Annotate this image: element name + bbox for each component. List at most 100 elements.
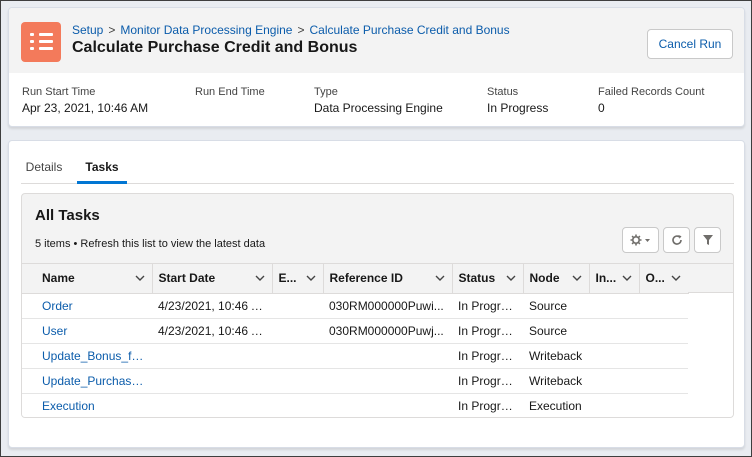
cell-out (639, 318, 688, 344)
cell-out (639, 393, 688, 417)
task-name-link[interactable]: Update_Bonus_for... (22, 343, 152, 369)
cell-end-date (272, 293, 323, 319)
cell-node: Execution (523, 393, 589, 417)
chevron-down-icon[interactable] (506, 273, 516, 283)
cell-end-date (272, 343, 323, 369)
cell-end-date (272, 393, 323, 417)
tab-bar: Details Tasks (21, 154, 734, 184)
list-settings-button[interactable] (622, 227, 659, 253)
list-icon (21, 22, 61, 62)
chevron-down-icon[interactable] (255, 273, 265, 283)
chevron-down-icon[interactable] (622, 273, 632, 283)
column-label: E... (278, 271, 297, 286)
tasks-table: Name Start Date E... Reference ID Status… (22, 264, 689, 417)
column-header-reference-id[interactable]: Reference ID (323, 264, 453, 294)
column-header-start-date[interactable]: Start Date (152, 264, 273, 294)
field-run-end-time: Run End Time (195, 86, 265, 101)
task-name-link[interactable]: User (22, 318, 152, 344)
cell-node: Source (523, 293, 589, 319)
header-filler (688, 264, 733, 293)
breadcrumb-setup[interactable]: Setup (72, 23, 103, 37)
cell-in (589, 368, 639, 394)
task-name-link[interactable]: Update_Purchase_... (22, 368, 152, 394)
highlights-panel: Run Start Time Apr 23, 2021, 10:46 AM Ru… (9, 86, 744, 126)
field-status: Status In Progress (487, 86, 548, 115)
cell-reference-id: 030RM000000Puwj... (323, 318, 452, 344)
field-label: Run End Time (195, 86, 265, 98)
field-label: Failed Records Count (598, 86, 705, 98)
task-name-link[interactable]: Order (22, 293, 152, 319)
chevron-down-icon[interactable] (135, 273, 145, 283)
field-run-start-time: Run Start Time Apr 23, 2021, 10:46 AM (22, 86, 148, 115)
column-label: Node (529, 271, 560, 286)
gear-icon (630, 234, 650, 246)
refresh-button[interactable] (663, 227, 690, 253)
cell-start-date: 4/23/2021, 10:46 AM (152, 318, 272, 344)
column-label: Start Date (158, 271, 216, 286)
breadcrumb: Setup > Monitor Data Processing Engine > Cal… (72, 23, 510, 37)
task-name-link[interactable]: Execution (22, 393, 152, 417)
cell-in (589, 318, 639, 344)
tab-tasks[interactable]: Tasks (77, 154, 127, 184)
breadcrumb-separator: > (297, 23, 305, 37)
cell-node: Source (523, 318, 589, 344)
chevron-down-icon[interactable] (572, 273, 582, 283)
cell-reference-id (323, 393, 452, 417)
filter-button[interactable] (694, 227, 721, 253)
field-value: 0 (598, 101, 605, 115)
field-failed-records-count: Failed Records Count 0 (598, 86, 704, 115)
cell-start-date (152, 393, 272, 417)
cell-node: Writeback (523, 368, 589, 394)
breadcrumb-monitor[interactable]: Monitor Data Processing Engine (120, 23, 292, 37)
header-top: Setup > Monitor Data Processing Engine > Cal… (9, 8, 744, 73)
all-tasks-related-list: All Tasks 5 items • Refresh this list to… (21, 193, 734, 418)
cell-reference-id (323, 368, 452, 394)
table-row: Update_Purchase_... In Progress Writebac… (22, 368, 688, 394)
chevron-down-icon[interactable] (671, 273, 681, 283)
cell-status: In Progress (452, 318, 523, 344)
app-frame: Setup > Monitor Data Processing Engine > Cal… (0, 0, 752, 457)
cancel-run-button[interactable]: Cancel Run (647, 29, 733, 59)
field-label: Type (314, 86, 338, 98)
cell-reference-id (323, 343, 452, 369)
chevron-down-icon[interactable] (306, 273, 316, 283)
page-title: Calculate Purchase Credit and Bonus (72, 39, 358, 56)
column-label: Status (458, 271, 496, 286)
tabs-card: Details Tasks All Tasks 5 items • Refres… (8, 140, 745, 448)
breadcrumb-separator: > (108, 23, 116, 37)
cell-in (589, 343, 639, 369)
table-row: Execution In Progress Execution (22, 393, 688, 417)
column-label: Name (42, 271, 75, 286)
cell-status: In Progress (452, 393, 523, 417)
field-value: Data Processing Engine (314, 101, 443, 115)
cell-out (639, 293, 688, 319)
related-list-subtitle: 5 items • Refresh this list to view the … (35, 238, 266, 250)
related-list-title: All Tasks (35, 207, 100, 224)
cell-in (589, 393, 639, 417)
tab-details[interactable]: Details (21, 154, 67, 184)
column-header-in[interactable]: In... (589, 264, 640, 294)
cell-start-date (152, 368, 272, 394)
field-label: Run Start Time (22, 86, 96, 98)
column-header-out[interactable]: O... (639, 264, 689, 294)
column-header-status[interactable]: Status (452, 264, 524, 294)
column-header-node[interactable]: Node (523, 264, 590, 294)
table-header-row: Name Start Date E... Reference ID Status… (22, 264, 689, 294)
table-row: User 4/23/2021, 10:46 AM 030RM000000Puwj… (22, 318, 688, 344)
chevron-down-icon[interactable] (435, 273, 445, 283)
cell-node: Writeback (523, 343, 589, 369)
record-header: Setup > Monitor Data Processing Engine > Cal… (8, 7, 745, 127)
field-label: Status (487, 86, 519, 98)
field-value: Apr 23, 2021, 10:46 AM (22, 101, 149, 115)
cell-end-date (272, 368, 323, 394)
column-header-name[interactable]: Name (22, 264, 153, 294)
cell-start-date: 4/23/2021, 10:46 AM (152, 293, 272, 319)
cell-start-date (152, 343, 272, 369)
cell-end-date (272, 318, 323, 344)
cell-out (639, 343, 688, 369)
filter-icon (702, 235, 713, 245)
breadcrumb-current[interactable]: Calculate Purchase Credit and Bonus (309, 23, 509, 37)
column-label: Reference ID (329, 271, 403, 286)
column-header-end-date[interactable]: E... (272, 264, 324, 294)
refresh-icon (671, 235, 682, 245)
